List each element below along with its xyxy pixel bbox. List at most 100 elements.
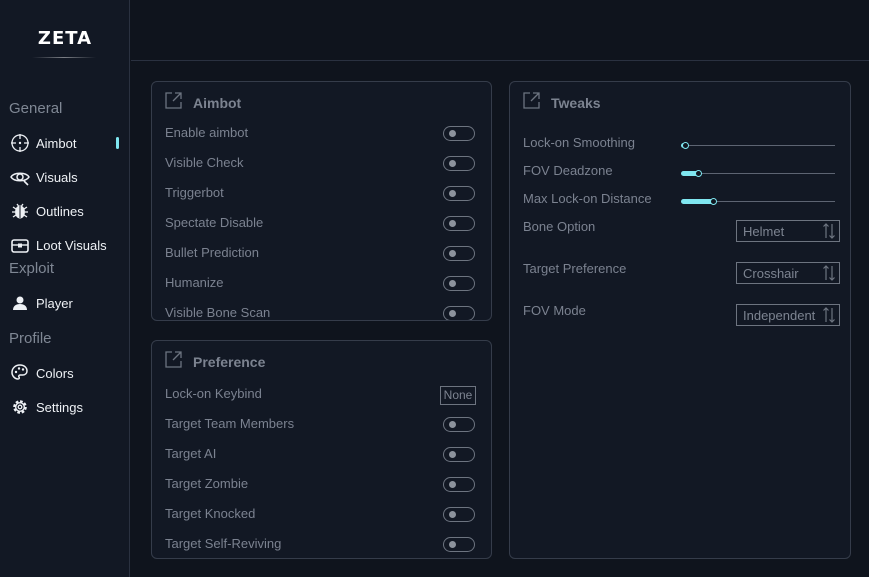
target-self-reviving-toggle[interactable] xyxy=(443,537,475,552)
select-value: Independent xyxy=(743,308,816,323)
target-team-members-toggle[interactable] xyxy=(443,417,475,432)
spectate-disable-toggle[interactable] xyxy=(443,216,475,231)
slider-thumb[interactable] xyxy=(695,170,702,177)
section-label-exploit: Exploit xyxy=(9,260,55,277)
active-indicator xyxy=(116,137,119,149)
bone-option-select[interactable]: Helmet xyxy=(736,220,840,242)
slider-thumb[interactable] xyxy=(682,142,689,149)
setting-label: Lock-on Keybind xyxy=(165,386,262,401)
sidebar: ZETA General Aimbot Visuals Outlines Loo… xyxy=(0,0,130,577)
fov-deadzone-slider[interactable] xyxy=(681,169,835,178)
lock-on-keybind-button[interactable]: None xyxy=(440,386,476,405)
lock-on-smoothing-slider[interactable] xyxy=(681,141,835,150)
external-link-icon xyxy=(522,91,541,115)
crosshair-icon xyxy=(9,133,31,153)
visible-check-toggle[interactable] xyxy=(443,156,475,171)
sidebar-item-visuals[interactable]: Visuals xyxy=(9,165,129,189)
enable-aimbot-toggle[interactable] xyxy=(443,126,475,141)
toggle-knob xyxy=(449,220,456,227)
external-link-icon xyxy=(164,91,183,115)
setting-label: Target Knocked xyxy=(165,506,256,521)
setting-label: Max Lock-on Distance xyxy=(523,191,652,206)
toggle-knob xyxy=(449,130,456,137)
target-preference-select[interactable]: Crosshair xyxy=(736,262,840,284)
preference-panel: Preference Lock-on Keybind None Target T… xyxy=(151,340,492,559)
top-bar xyxy=(131,0,869,61)
toggle-knob xyxy=(449,280,456,287)
setting-label: FOV Deadzone xyxy=(523,163,613,178)
sidebar-item-label: Loot Visuals xyxy=(36,237,107,253)
external-link-icon xyxy=(164,350,183,374)
slider-thumb[interactable] xyxy=(710,198,717,205)
user-icon xyxy=(9,293,31,313)
panel-title: Aimbot xyxy=(193,95,242,111)
sort-arrows-icon xyxy=(819,305,839,325)
bullet-prediction-toggle[interactable] xyxy=(443,246,475,261)
sidebar-item-outlines[interactable]: Outlines xyxy=(9,199,129,223)
sidebar-item-label: Visuals xyxy=(36,169,78,185)
panel-title: Tweaks xyxy=(551,95,601,111)
triggerbot-toggle[interactable] xyxy=(443,186,475,201)
setting-label: Bone Option xyxy=(523,219,596,234)
target-ai-toggle[interactable] xyxy=(443,447,475,462)
eye-icon xyxy=(9,167,31,187)
visible-bone-scan-toggle[interactable] xyxy=(443,306,475,320)
toggle-knob xyxy=(449,481,456,488)
app-logo: ZETA xyxy=(37,28,93,49)
section-label-profile: Profile xyxy=(9,330,52,347)
chest-icon xyxy=(9,235,31,255)
setting-label: Bullet Prediction xyxy=(165,245,259,260)
panel-header: Tweaks xyxy=(522,92,601,114)
max-lock-on-distance-slider[interactable] xyxy=(681,197,835,206)
toggle-knob xyxy=(449,421,456,428)
gear-icon xyxy=(9,397,31,417)
select-value: Crosshair xyxy=(743,266,799,281)
sidebar-item-label: Settings xyxy=(36,399,83,415)
setting-label: Triggerbot xyxy=(165,185,224,200)
setting-label: Visible Bone Scan xyxy=(165,305,271,320)
sidebar-item-aimbot[interactable]: Aimbot xyxy=(9,131,129,155)
setting-label: FOV Mode xyxy=(523,303,586,318)
slider-track xyxy=(681,145,835,146)
toggle-knob xyxy=(449,190,456,197)
panel-header: Aimbot xyxy=(164,92,241,114)
palette-icon xyxy=(9,363,31,383)
sort-arrows-icon xyxy=(819,263,839,283)
setting-label: Target Team Members xyxy=(165,416,295,431)
sidebar-item-colors[interactable]: Colors xyxy=(9,361,129,385)
toggle-knob xyxy=(449,160,456,167)
setting-label: Humanize xyxy=(165,275,224,290)
setting-label: Spectate Disable xyxy=(165,215,264,230)
sidebar-item-loot-visuals[interactable]: Loot Visuals xyxy=(9,233,129,257)
tweaks-panel: Tweaks Lock-on Smoothing FOV Deadzone Ma… xyxy=(509,81,851,559)
sidebar-item-label: Player xyxy=(36,295,73,311)
target-knocked-toggle[interactable] xyxy=(443,507,475,522)
select-value: Helmet xyxy=(743,224,785,239)
sidebar-item-label: Colors xyxy=(36,365,74,381)
setting-label: Enable aimbot xyxy=(165,125,249,140)
humanize-toggle[interactable] xyxy=(443,276,475,291)
fov-mode-select[interactable]: Independent xyxy=(736,304,840,326)
sort-arrows-icon xyxy=(819,221,839,241)
setting-label: Target AI xyxy=(165,446,217,461)
setting-label: Target Preference xyxy=(523,261,627,276)
sidebar-item-player[interactable]: Player xyxy=(9,291,129,315)
target-zombie-toggle[interactable] xyxy=(443,477,475,492)
panel-title: Preference xyxy=(193,354,266,370)
slider-track xyxy=(681,173,835,174)
setting-label: Visible Check xyxy=(165,155,244,170)
sidebar-item-label: Outlines xyxy=(36,203,84,219)
sidebar-item-settings[interactable]: Settings xyxy=(9,395,129,419)
setting-label: Target Self-Reviving xyxy=(165,536,282,551)
toggle-knob xyxy=(449,451,456,458)
toggle-knob xyxy=(449,310,456,317)
bug-icon xyxy=(9,201,31,221)
sidebar-item-label: Aimbot xyxy=(36,135,77,151)
section-label-general: General xyxy=(9,100,63,117)
toggle-knob xyxy=(449,250,456,257)
toggle-knob xyxy=(449,541,456,548)
setting-label: Target Zombie xyxy=(165,476,249,491)
panel-header: Preference xyxy=(164,351,265,373)
aimbot-panel: Aimbot Enable aimbot Visible Check Trigg… xyxy=(151,81,492,321)
setting-label: Lock-on Smoothing xyxy=(523,135,636,150)
